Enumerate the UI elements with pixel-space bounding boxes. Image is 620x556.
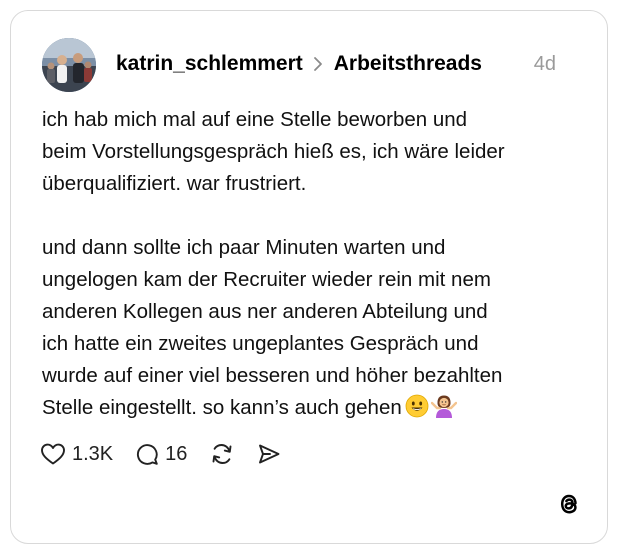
post-header: katrin_schlemmert Arbeitsthreads <box>116 50 482 78</box>
repost-icon <box>212 444 232 464</box>
chevron-right-icon <box>313 57 322 71</box>
community-link[interactable]: Arbeitsthreads <box>334 52 482 76</box>
post-paragraph-2: und dann sollte ich paar Minuten warten … <box>42 232 582 424</box>
post-timestamp: 4d <box>533 53 556 75</box>
post-actions: 1.3K 16 <box>40 440 303 468</box>
post-body: ich hab mich mal auf eine Stelle beworbe… <box>42 104 582 424</box>
threads-logo-icon[interactable] <box>556 491 582 517</box>
heart-icon <box>41 443 65 465</box>
share-button[interactable] <box>257 442 281 466</box>
avatar-photo <box>42 38 96 92</box>
person-shrugging-emoji-icon <box>430 395 457 418</box>
like-button[interactable]: 1.3K <box>40 442 113 466</box>
avatar[interactable] <box>42 38 96 92</box>
post-paragraph-2-text: und dann sollte ich paar Minuten warten … <box>42 236 503 419</box>
username-link[interactable]: katrin_schlemmert <box>116 52 303 76</box>
repost-button[interactable] <box>209 442 235 466</box>
emoji-group <box>405 394 457 418</box>
post-paragraph-1: ich hab mich mal auf eine Stelle beworbe… <box>42 108 505 195</box>
smiling-face-emoji-icon <box>405 394 429 418</box>
comment-icon <box>137 444 158 465</box>
reply-button[interactable]: 16 <box>135 442 187 466</box>
send-icon <box>259 444 280 464</box>
reply-count: 16 <box>165 442 188 465</box>
like-count: 1.3K <box>72 442 114 465</box>
